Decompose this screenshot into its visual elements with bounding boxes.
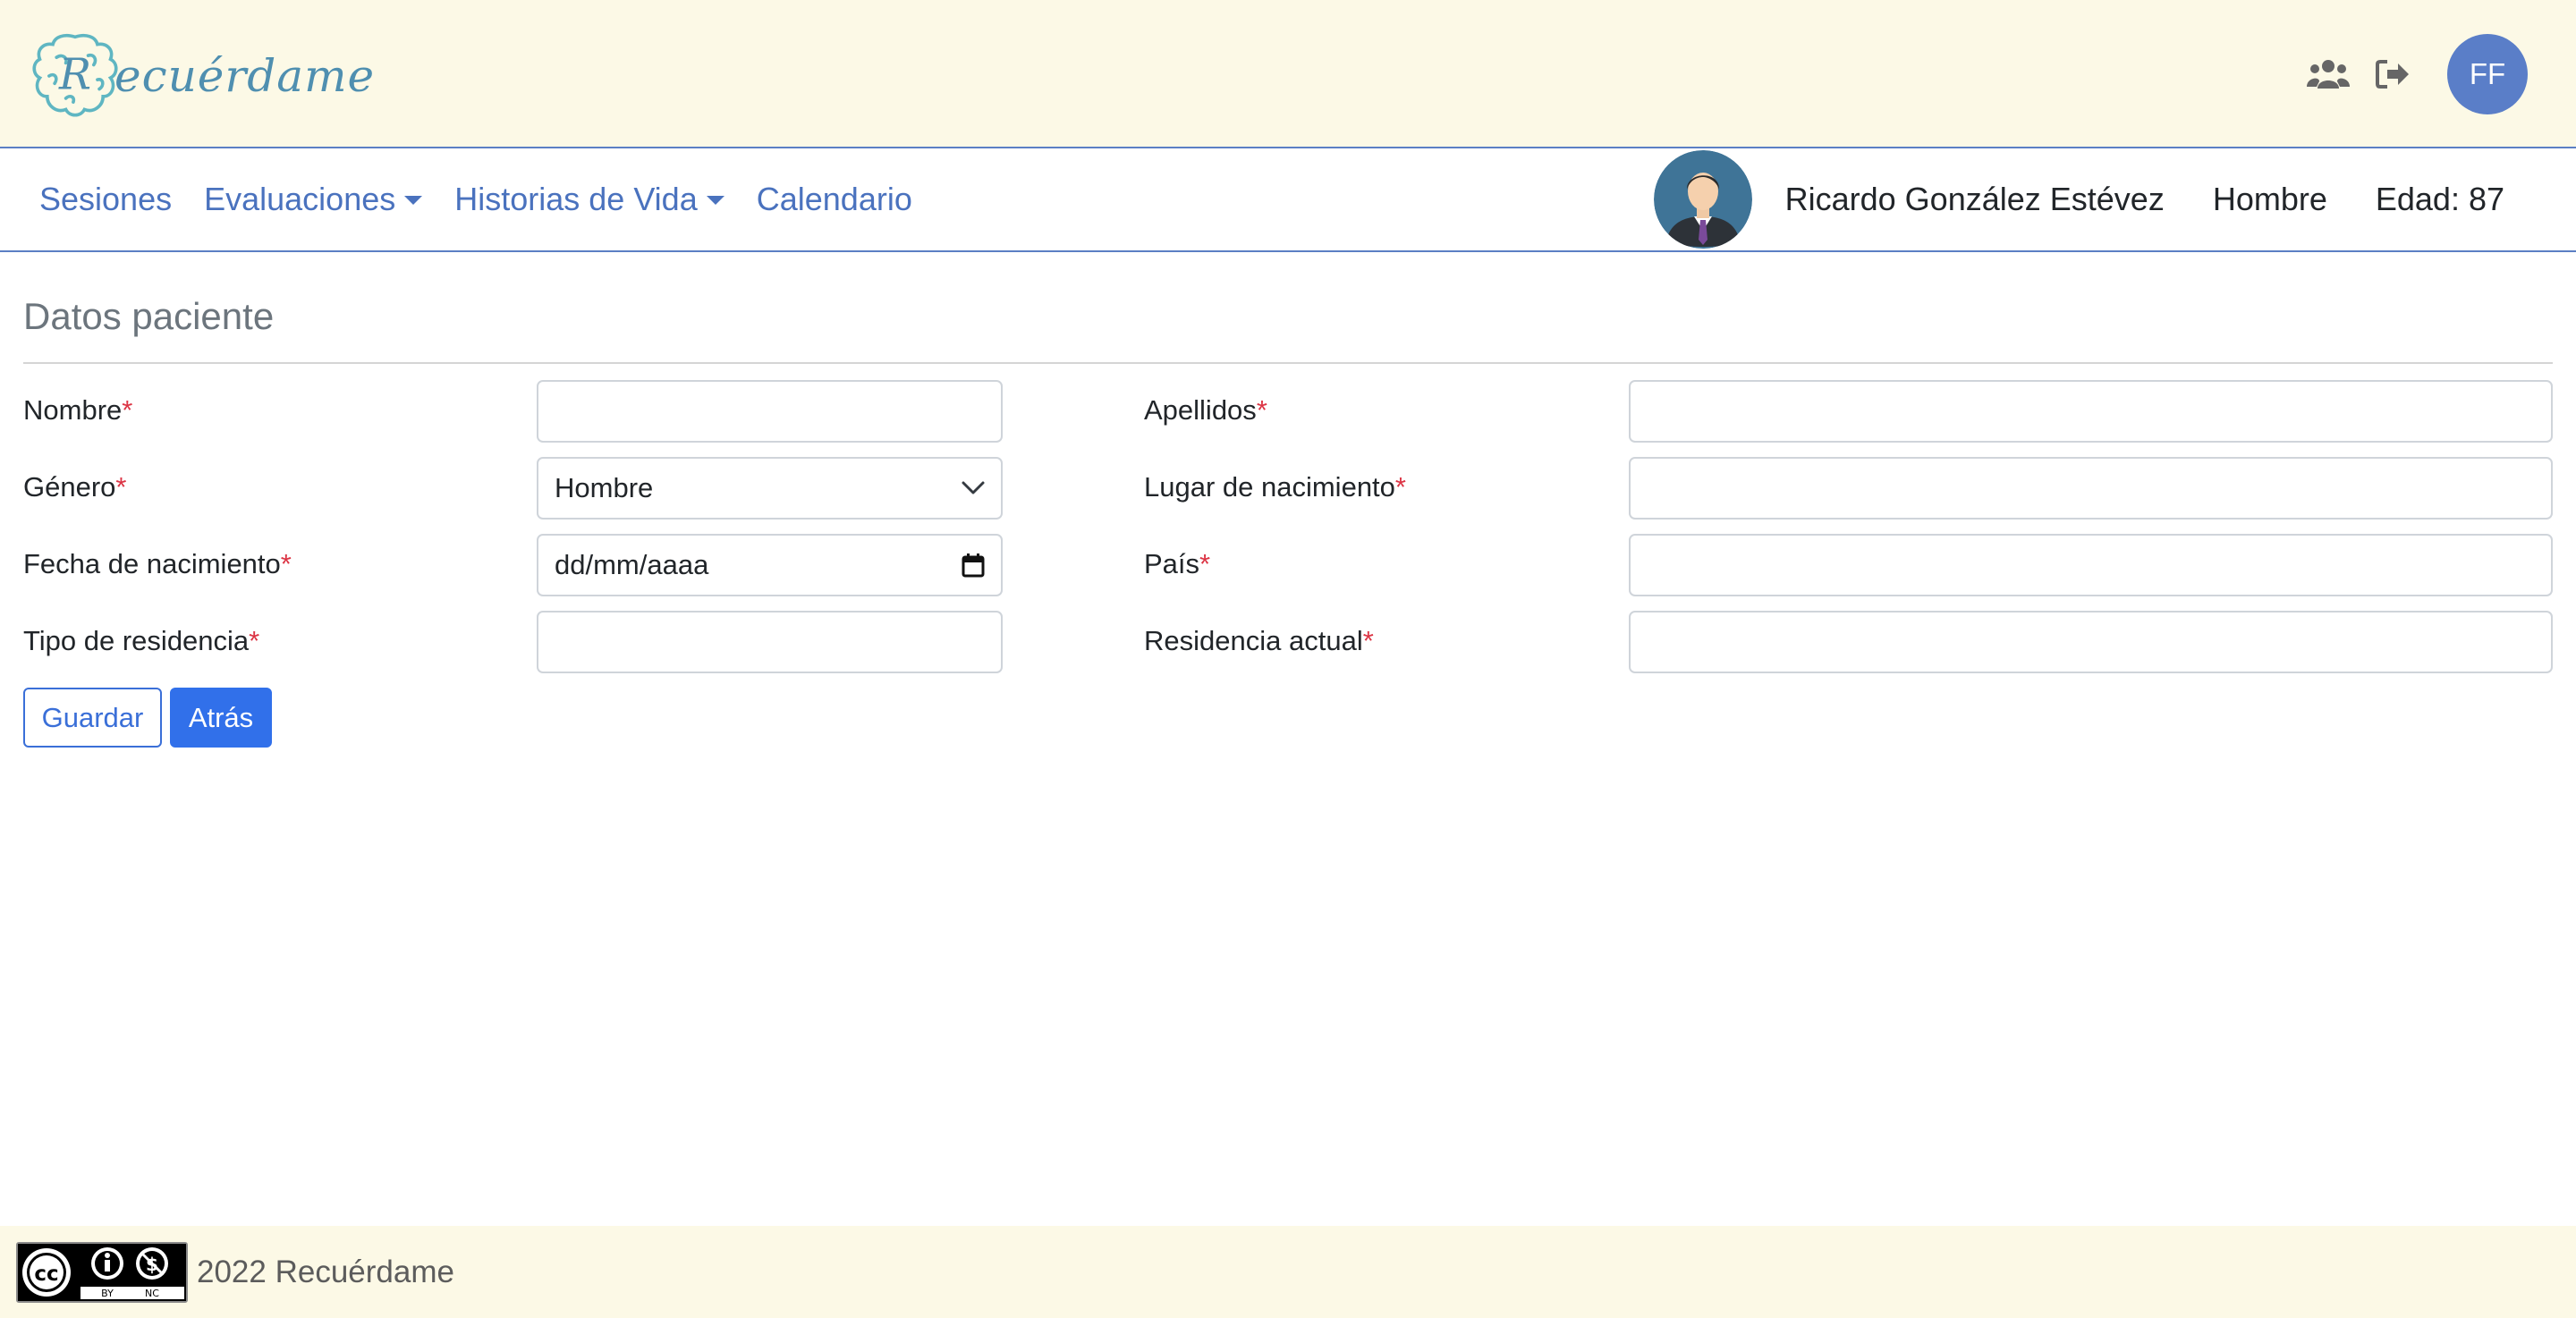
svg-text:BY: BY	[101, 1288, 114, 1299]
footer-copyright: 2022 Recuérdame	[197, 1255, 454, 1289]
nombre-label: Nombre*	[23, 394, 133, 426]
required-marker: *	[1256, 394, 1267, 426]
header-actions: FF	[2306, 34, 2528, 114]
tipo-residencia-input[interactable]	[537, 611, 1003, 673]
caret-down-icon	[404, 196, 423, 205]
svg-text:NC: NC	[145, 1288, 159, 1299]
fecha-nacimiento-date-input[interactable]: dd/mm/aaaa	[537, 534, 1003, 596]
nav-calendario[interactable]: Calendario	[757, 181, 912, 218]
apellidos-label: Apellidos*	[1144, 394, 1267, 426]
lugar-nacimiento-label: Lugar de nacimiento*	[1144, 471, 1406, 503]
page-footer: cc $ BY NC 2022 Recuérdame	[0, 1226, 2576, 1318]
logo-wordmark: ecuérdame	[114, 50, 376, 102]
residencia-actual-label: Residencia actual*	[1144, 625, 1374, 656]
pais-input[interactable]	[1629, 534, 2553, 596]
chevron-down-icon	[962, 481, 985, 495]
required-marker: *	[115, 471, 127, 503]
page-title: Datos paciente	[23, 295, 275, 337]
required-marker: *	[1199, 548, 1211, 579]
save-button[interactable]: Guardar	[23, 688, 162, 748]
creative-commons-icon: cc $ BY NC	[18, 1244, 186, 1301]
user-avatar[interactable]: FF	[2447, 34, 2528, 114]
residencia-actual-input[interactable]	[1629, 611, 2553, 673]
caret-down-icon	[706, 196, 724, 205]
required-marker: *	[122, 394, 133, 426]
genero-selected-value: Hombre	[555, 472, 654, 503]
svg-text:cc: cc	[34, 1263, 58, 1286]
required-marker: *	[1362, 625, 1374, 656]
nav-links: Sesiones Evaluaciones Historias de Vida …	[39, 148, 945, 250]
app-logo[interactable]: R ecuérdame	[29, 27, 375, 125]
logout-icon[interactable]	[2370, 52, 2415, 97]
top-header: R ecuérdame FF	[0, 0, 2576, 148]
patient-gender: Hombre	[2212, 181, 2327, 217]
patient-age: Edad: 87	[2375, 181, 2504, 217]
person-avatar-icon	[1654, 150, 1752, 249]
main-navbar: Sesiones Evaluaciones Historias de Vida …	[0, 148, 2576, 252]
cc-by-nc-license-badge[interactable]: cc $ BY NC	[16, 1242, 188, 1303]
fecha-nacimiento-label: Fecha de nacimiento*	[23, 548, 292, 579]
lugar-nacimiento-input[interactable]	[1629, 457, 2553, 520]
nav-evaluaciones-label: Evaluaciones	[204, 181, 396, 217]
required-marker: *	[280, 548, 292, 579]
back-button[interactable]: Atrás	[170, 688, 272, 748]
patient-name: Ricardo González Estévez	[1784, 181, 2165, 217]
required-marker: *	[1394, 471, 1406, 503]
genero-label: Género*	[23, 471, 127, 503]
nav-calendario-label: Calendario	[756, 181, 912, 217]
nav-sesiones-label: Sesiones	[39, 181, 173, 217]
nombre-input[interactable]	[537, 380, 1003, 443]
required-marker: *	[249, 625, 260, 656]
brain-logo-icon: R	[32, 33, 118, 117]
patient-summary: Ricardo González Estévez Hombre Edad: 87	[1785, 148, 2576, 250]
genero-select[interactable]: Hombre	[537, 457, 1003, 520]
nav-historias-label: Historias de Vida	[454, 181, 698, 217]
nav-sesiones[interactable]: Sesiones	[39, 181, 172, 218]
date-placeholder: dd/mm/aaaa	[555, 549, 709, 580]
pais-label: País*	[1144, 548, 1211, 579]
apellidos-input[interactable]	[1629, 380, 2553, 443]
nav-evaluaciones-dropdown[interactable]: Evaluaciones	[204, 181, 423, 218]
title-divider	[23, 362, 2553, 364]
calendar-icon[interactable]	[962, 553, 985, 578]
patient-avatar	[1654, 150, 1752, 249]
svg-text:R: R	[58, 51, 91, 100]
users-icon[interactable]	[2306, 52, 2351, 97]
tipo-residencia-label: Tipo de residencia*	[23, 625, 260, 656]
nav-historias-dropdown[interactable]: Historias de Vida	[454, 181, 724, 218]
